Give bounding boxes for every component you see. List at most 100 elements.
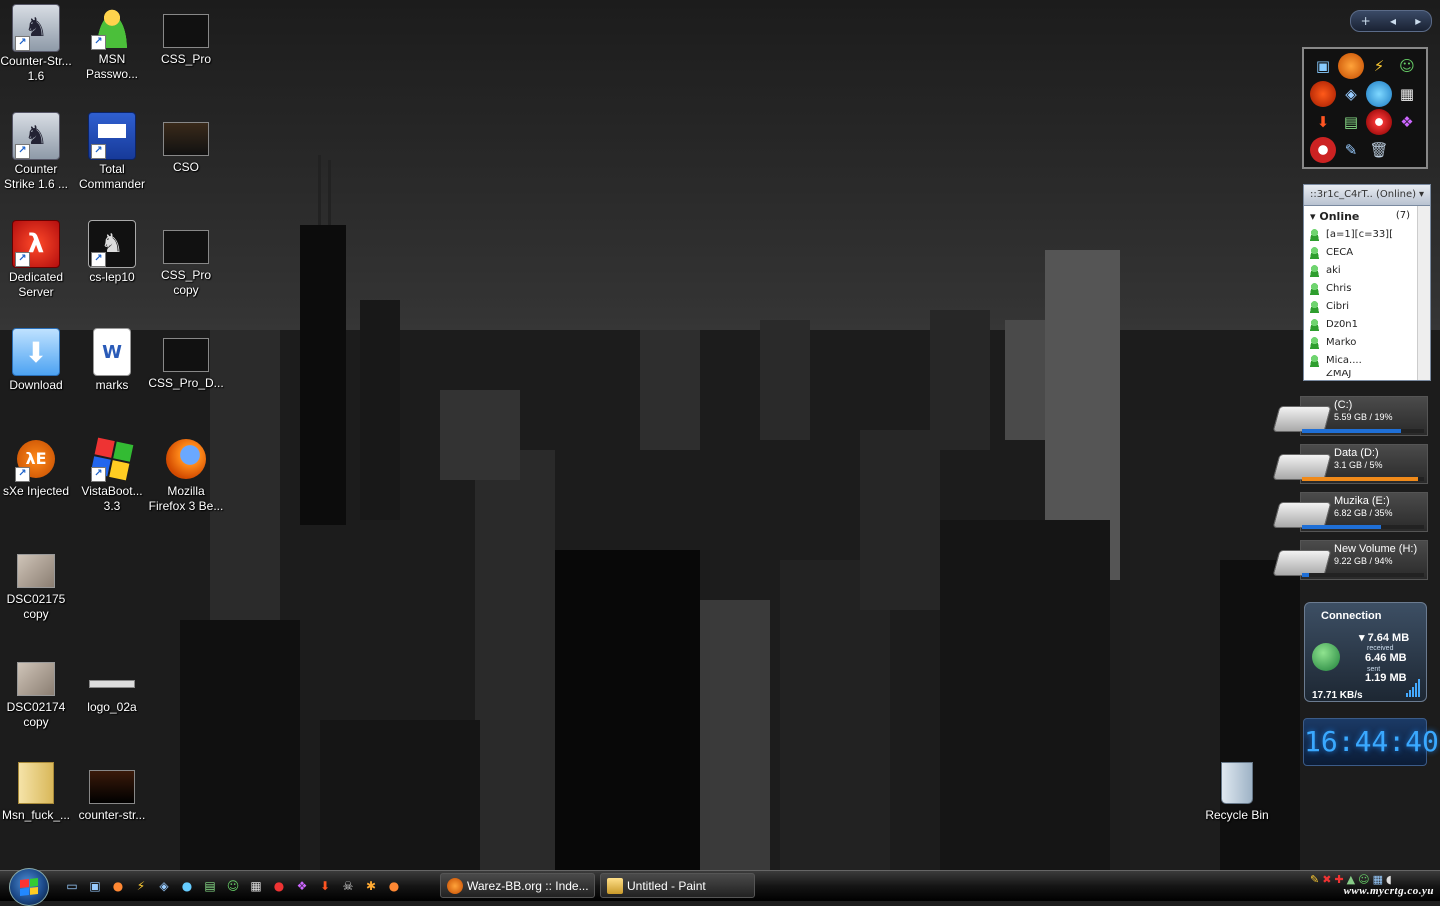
desktop-icon-label: logo_02a — [87, 700, 137, 714]
previous-page-button[interactable]: ◂ — [1390, 14, 1396, 28]
msn-contact[interactable]: Chris — [1304, 280, 1430, 298]
msn-status-header[interactable]: ::3r1c_C4rT.. (Online) ▾ — [1304, 185, 1430, 206]
download-manager-icon[interactable]: ⬇ — [1310, 109, 1336, 135]
skull-icon[interactable]: ☠ — [338, 876, 358, 896]
desktop-icon-sxe-injected[interactable]: λE ↗ sXe Injected — [0, 434, 74, 499]
lightning-icon[interactable]: ⚡ — [1366, 53, 1392, 79]
desktop-icon-recycle-bin[interactable]: Recycle Bin — [1199, 758, 1275, 823]
msn-contact[interactable]: ZMAJ — [1304, 370, 1430, 378]
msn-contact[interactable]: aki — [1304, 262, 1430, 280]
tools-icon[interactable]: ✱ — [361, 876, 381, 896]
document-icon[interactable]: ▤ — [1338, 109, 1364, 135]
desktop-icon-css-pro[interactable]: CSS_Pro — [148, 2, 224, 67]
desktop-icon-css-pro-d[interactable]: CSS_Pro_D... — [148, 326, 224, 391]
security-icon[interactable]: ✚ — [1334, 873, 1343, 886]
users-icon[interactable]: ☺ — [223, 876, 243, 896]
computer-icon[interactable]: ▣ — [1310, 53, 1336, 79]
desktop-icon-cs-lep10[interactable]: ♞ ↗ cs-lep10 — [74, 218, 150, 285]
desktop-icon-counter-strike-16[interactable]: ♞ ↗ Counter-Str... 1.6 — [0, 2, 74, 84]
firefox-icon[interactable]: ● — [384, 876, 404, 896]
show-desktop-icon[interactable]: ▭ — [62, 876, 82, 896]
desktop-icon-dsc02175-copy[interactable]: DSC02175 copy — [0, 542, 74, 622]
desktop-icon-download[interactable]: ⬇ Download — [0, 326, 74, 393]
document-icon[interactable]: ▤ — [200, 876, 220, 896]
color-cube-icon[interactable]: ❖ — [292, 876, 312, 896]
firefox-icon[interactable]: ● — [108, 876, 128, 896]
download-manager-icon[interactable]: ⬇ — [315, 876, 335, 896]
media-player-icon[interactable]: ● — [177, 876, 197, 896]
drive-usage-fill — [1302, 573, 1310, 577]
desktop-icon-cso[interactable]: CSO — [148, 110, 224, 175]
desktop-icon-msn-fuck[interactable]: Msn_fuck_... — [0, 758, 74, 823]
desktop-icon-label: MSN Passwo... — [85, 52, 139, 81]
desktop-icon-marks[interactable]: W marks — [74, 326, 150, 393]
desktop-icon-dsc02174-copy[interactable]: DSC02174 copy — [0, 650, 74, 730]
msn-contact[interactable]: CECA — [1304, 244, 1430, 262]
msn-contact-name: Chris — [1326, 283, 1352, 294]
drive-d[interactable]: Data (D:) 3.1 GB / 5% — [1272, 444, 1428, 486]
color-cube-icon[interactable]: ❖ — [1394, 109, 1420, 135]
desktop-icon-dedicated-server[interactable]: λ ↗ Dedicated Server — [0, 218, 74, 300]
desktop-icon-label: DSC02174 copy — [6, 700, 66, 729]
game-icon[interactable] — [1310, 137, 1336, 163]
drive-usage-bar — [1302, 525, 1424, 529]
desktop-icon-label: Download — [9, 378, 63, 392]
desktop-icon-msn-password[interactable]: ↗ MSN Passwo... — [74, 2, 150, 82]
drive-e[interactable]: Muzika (E:) 6.82 GB / 35% — [1272, 492, 1428, 534]
opera-icon[interactable] — [1310, 81, 1336, 107]
desktop-icon-counter-strike-16-b[interactable]: ♞ ↗ Counter Strike 1.6 ... — [0, 110, 74, 192]
msn-group-online[interactable]: ▾ Online (7) — [1304, 206, 1430, 226]
drive-info: 6.82 GB / 35% — [1334, 508, 1393, 518]
msn-contacts-gadget: ::3r1c_C4rT.. (Online) ▾ ▾ Online (7) [a… — [1303, 184, 1431, 381]
vistaboot-icon: ↗ — [89, 436, 135, 482]
add-gadget-button[interactable]: + — [1361, 14, 1371, 28]
paint-icon[interactable]: ✎ — [1338, 137, 1364, 163]
drive-usage-bar — [1302, 573, 1424, 577]
msn-contact[interactable]: Mica.... — [1304, 352, 1430, 370]
calendar-icon[interactable]: ▦ — [1394, 81, 1420, 107]
media-player-icon[interactable] — [1366, 81, 1392, 107]
pencil-icon[interactable]: ✎ — [1310, 873, 1319, 886]
firefox-icon[interactable] — [1338, 53, 1364, 79]
desktop-icon-label: Mozilla Firefox 3 Be... — [148, 484, 224, 513]
watermark-url: www.mycrtg.co.yu — [1343, 885, 1434, 897]
desktop-icon-label: marks — [95, 378, 129, 392]
taskbar-item-warez-bb[interactable]: Warez-BB.org :: Inde... — [440, 873, 595, 898]
chrome-icon[interactable]: ● — [269, 876, 289, 896]
lightning-icon[interactable]: ⚡ — [131, 876, 151, 896]
msn-contact[interactable]: Cibri — [1304, 298, 1430, 316]
network-icon[interactable]: ◈ — [154, 876, 174, 896]
half-life-icon: λ ↗ — [12, 220, 60, 268]
desktop-icon-label: CSS_Pro — [160, 52, 212, 66]
network-icon[interactable]: ◈ — [1338, 81, 1364, 107]
taskbar-item-paint[interactable]: Untitled - Paint — [600, 873, 755, 898]
start-button[interactable] — [9, 868, 49, 906]
drive-name: (C:) — [1334, 399, 1353, 411]
drive-c[interactable]: (C:) 5.59 GB / 19% — [1272, 396, 1428, 438]
desktop-icon-css-pro-copy[interactable]: CSS_Pro copy — [148, 218, 224, 298]
msn-scrollbar[interactable] — [1417, 206, 1430, 380]
chrome-icon[interactable] — [1366, 109, 1392, 135]
msn-contact-name: aki — [1326, 265, 1341, 276]
msn-contact[interactable]: Dz0n1 — [1304, 316, 1430, 334]
users-icon[interactable]: ☺ — [1394, 53, 1420, 79]
antivirus-icon[interactable]: ✖ — [1322, 873, 1331, 886]
desktop-icon-counter-str[interactable]: counter-str... — [74, 758, 150, 823]
desktop-icon-logo-02a[interactable]: logo_02a — [74, 650, 150, 715]
received-label: received — [1367, 645, 1394, 652]
msn-contact[interactable]: [a=1][c=33][ — [1304, 226, 1430, 244]
desktop-icon-vistabootpro[interactable]: ↗ VistaBoot... 3.3 — [74, 434, 150, 514]
drive-h[interactable]: New Volume (H:) 9.22 GB / 94% — [1272, 540, 1428, 582]
msn-contact-name: ZMAJ — [1326, 370, 1352, 378]
desktop-icon-firefox[interactable]: Mozilla Firefox 3 Be... — [148, 434, 224, 514]
desktop-icon-label: cs-lep10 — [89, 270, 135, 284]
recycle-bin-icon[interactable]: 🗑 — [1366, 137, 1392, 163]
desktop-icon-total-commander[interactable]: ↗ Total Commander — [74, 110, 150, 192]
connection-gadget[interactable]: Connection ▾ 7.64 MB received 6.46 MB se… — [1304, 602, 1427, 702]
msn-contact[interactable]: Marko — [1304, 334, 1430, 352]
calendar-icon[interactable]: ▦ — [246, 876, 266, 896]
switch-windows-icon[interactable]: ▣ — [85, 876, 105, 896]
next-page-button[interactable]: ▸ — [1415, 14, 1421, 28]
quick-launch-bar: ▭ ▣ ● ⚡ ◈ ● ▤ ☺ ▦ ● ❖ ⬇ ☠ ✱ ● — [62, 876, 404, 896]
digital-clock-gadget[interactable]: 16:44:40 — [1303, 718, 1439, 766]
